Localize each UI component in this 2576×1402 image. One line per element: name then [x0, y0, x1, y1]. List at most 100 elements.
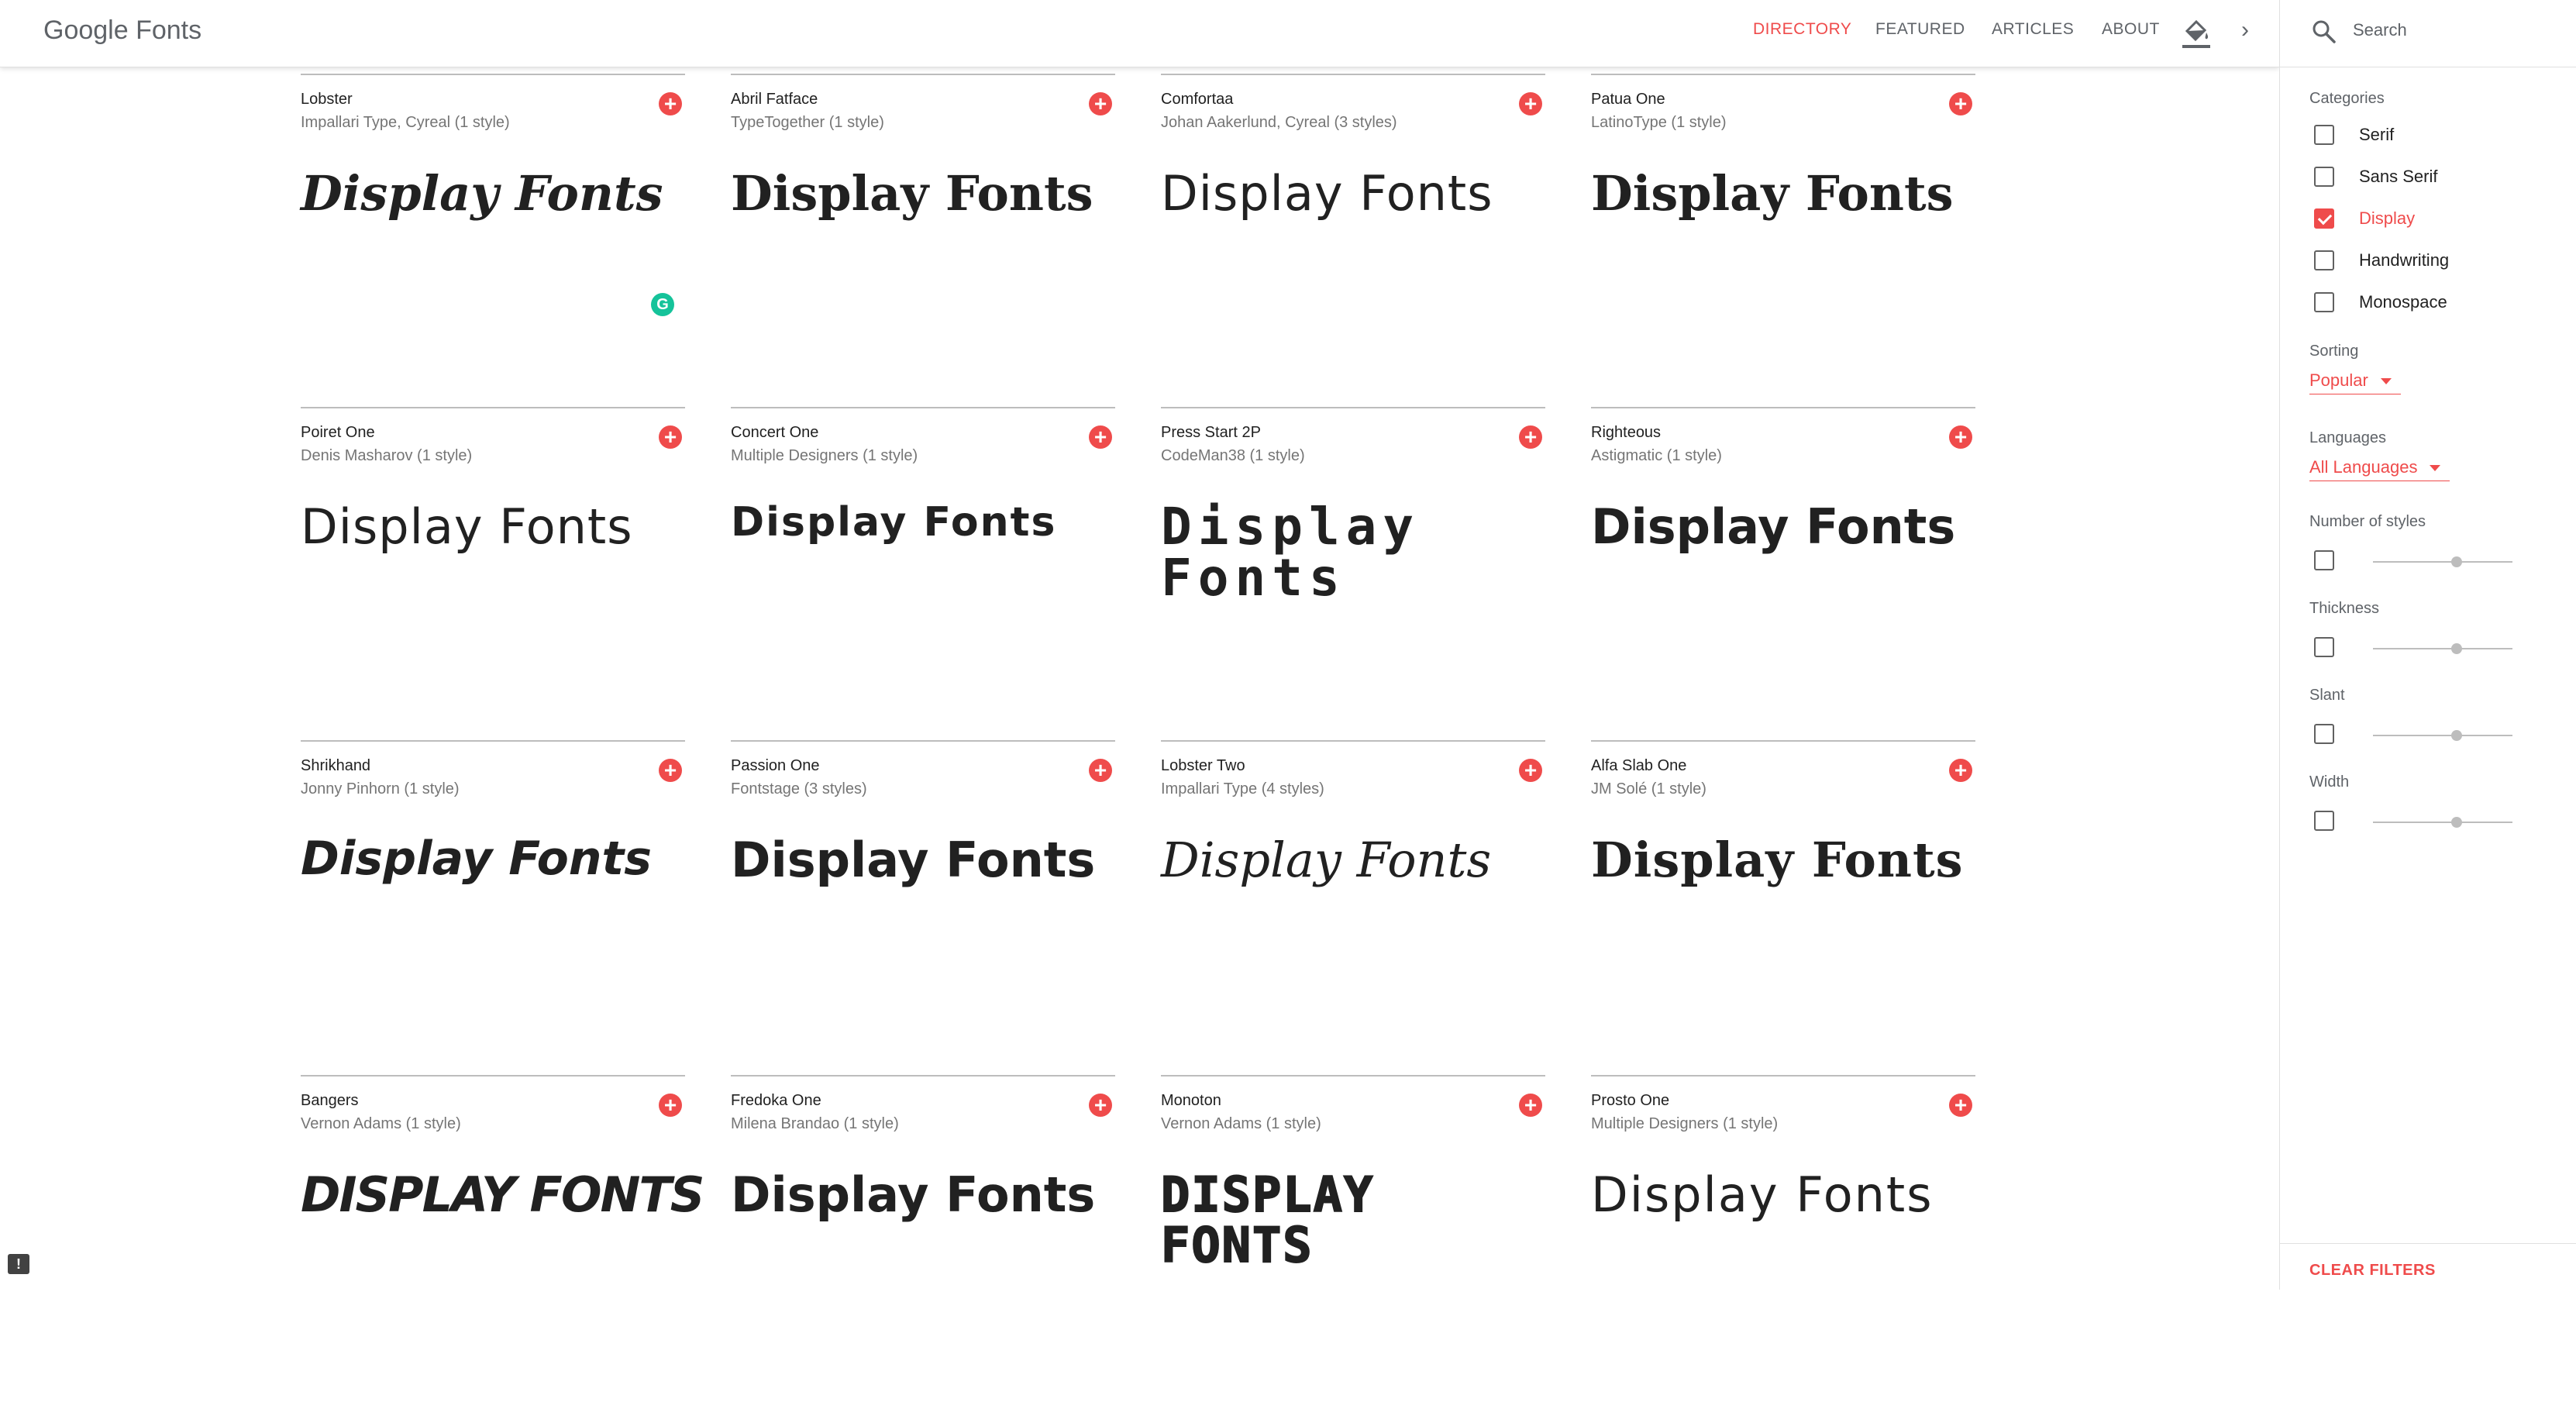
grammarly-icon[interactable]: G — [651, 293, 674, 316]
font-card[interactable]: Lobster Impallari Type, Cyreal (1 style) +… — [301, 74, 685, 401]
font-card[interactable]: Righteous Astigmatic (1 style) + Display Fo… — [1591, 407, 1975, 734]
font-sample-text[interactable]: Display Fonts — [1161, 835, 1491, 885]
add-font-button[interactable]: + — [1089, 759, 1112, 782]
font-name[interactable]: Concert One — [731, 424, 818, 442]
font-name[interactable]: Press Start 2P — [1161, 424, 1261, 442]
add-font-button[interactable]: + — [1949, 759, 1972, 782]
add-font-button[interactable]: + — [1089, 1094, 1112, 1117]
font-card[interactable]: Concert One Multiple Designers (1 style) +… — [731, 407, 1115, 734]
add-font-button[interactable]: + — [1519, 92, 1542, 115]
slider-thumb[interactable] — [2451, 643, 2462, 654]
font-sample-text[interactable]: Display Fonts — [1160, 1169, 1393, 1271]
filter-checkbox[interactable] — [2314, 724, 2334, 744]
slider-thumb[interactable] — [2451, 730, 2462, 741]
font-name[interactable]: Shrikhand — [301, 757, 370, 775]
add-font-button[interactable]: + — [1949, 425, 1972, 449]
sorting-select[interactable]: Popular — [2309, 370, 2401, 394]
font-name[interactable]: Lobster — [301, 91, 353, 109]
languages-select[interactable]: All Languages — [2309, 457, 2450, 481]
font-card[interactable]: Patua One LatinoType (1 style) + Display Fo… — [1591, 74, 1975, 401]
font-card[interactable]: Bangers Vernon Adams (1 style) + Display Fo… — [301, 1075, 704, 1402]
filter-checkbox[interactable] — [2314, 550, 2334, 570]
font-name[interactable]: Alfa Slab One — [1591, 757, 1686, 775]
search-bar[interactable]: Search — [2280, 0, 2576, 67]
checkbox[interactable] — [2314, 292, 2334, 312]
feedback-icon[interactable]: ! — [8, 1254, 29, 1274]
slider-thumb[interactable] — [2451, 556, 2462, 567]
add-font-button[interactable]: + — [1519, 425, 1542, 449]
font-sample-text[interactable]: Display Fonts — [1591, 168, 1954, 219]
slider-track[interactable] — [2373, 735, 2512, 736]
font-card[interactable]: Abril Fatface TypeTogether (1 style) + Disp… — [731, 74, 1115, 401]
font-card[interactable]: Press Start 2P CodeMan38 (1 style) + Displa… — [1161, 407, 1545, 734]
font-name[interactable]: Prosto One — [1591, 1092, 1669, 1110]
clear-filters-button[interactable]: CLEAR FILTERS — [2309, 1262, 2436, 1280]
nav-featured[interactable]: FEATURED — [1875, 20, 1965, 39]
add-font-button[interactable]: + — [1089, 425, 1112, 449]
font-card[interactable]: Lobster Two Impallari Type (4 styles) + Dis… — [1161, 740, 1545, 1067]
search-input[interactable]: Search — [2353, 20, 2407, 40]
add-font-button[interactable]: + — [659, 425, 682, 449]
font-sample-text[interactable]: Display Fonts — [1591, 1169, 1934, 1220]
chevron-right-icon[interactable]: › — [2241, 19, 2263, 42]
font-card[interactable]: Monoton Vernon Adams (1 style) + Display Fo… — [1160, 1075, 1545, 1402]
add-font-button[interactable]: + — [659, 759, 682, 782]
slider-track[interactable] — [2373, 561, 2512, 563]
nav-directory[interactable]: DIRECTORY — [1753, 20, 1851, 39]
font-sample-text[interactable]: Display Fonts — [1591, 835, 1964, 885]
font-sample-text[interactable]: Display Fonts — [301, 501, 633, 552]
font-sample-text[interactable]: Display Fonts — [731, 501, 1056, 544]
font-name[interactable]: Lobster Two — [1161, 757, 1245, 775]
font-sample-text[interactable]: Display Fonts — [731, 1169, 1095, 1220]
category-handwriting[interactable]: Handwriting — [2314, 245, 2449, 276]
filter-checkbox[interactable] — [2314, 637, 2334, 657]
add-font-button[interactable]: + — [1949, 92, 1972, 115]
font-name[interactable]: Passion One — [731, 757, 820, 775]
font-card[interactable]: Alfa Slab One JM Solé (1 style) + Display F… — [1591, 740, 1975, 1067]
add-font-button[interactable]: + — [1519, 1094, 1542, 1117]
font-card[interactable]: Comfortaa Johan Aakerlund, Cyreal (3 styl… — [1161, 74, 1545, 401]
font-name[interactable]: Monoton — [1161, 1092, 1221, 1110]
add-font-button[interactable]: + — [659, 92, 682, 115]
filter-checkbox[interactable] — [2314, 811, 2334, 831]
font-sample-text[interactable]: Display Fonts — [1591, 501, 1955, 552]
add-font-button[interactable]: + — [1519, 759, 1542, 782]
add-font-button[interactable]: + — [1089, 92, 1112, 115]
nav-articles[interactable]: ARTICLES — [1992, 20, 2074, 39]
slider-track[interactable] — [2373, 648, 2512, 649]
category-monospace[interactable]: Monospace — [2314, 287, 2447, 318]
checkbox[interactable] — [2314, 125, 2334, 145]
font-sample-text[interactable]: Display Fonts — [731, 835, 1095, 885]
checkbox[interactable] — [2314, 167, 2334, 187]
search-icon[interactable] — [2311, 19, 2337, 45]
font-card[interactable]: Prosto One Multiple Designers (1 style) + D… — [1591, 1075, 1975, 1402]
font-name[interactable]: Bangers — [301, 1092, 359, 1110]
font-name[interactable]: Fredoka One — [731, 1092, 821, 1110]
font-name[interactable]: Patua One — [1591, 91, 1665, 109]
font-name[interactable]: Poiret One — [301, 424, 375, 442]
slider-track[interactable] — [2373, 822, 2512, 823]
font-card[interactable]: Poiret One Denis Masharov (1 style) + Displ… — [301, 407, 685, 734]
font-name[interactable]: Righteous — [1591, 424, 1661, 442]
font-sample-text[interactable]: Display Fonts — [301, 1169, 704, 1220]
google-fonts-logo[interactable]: Google Fonts — [43, 16, 201, 46]
paint-bucket-icon[interactable] — [2181, 16, 2212, 50]
font-name[interactable]: Abril Fatface — [731, 91, 818, 109]
checkbox[interactable] — [2314, 250, 2334, 270]
nav-about[interactable]: ABOUT — [2102, 20, 2160, 39]
font-sample-text[interactable]: Display Fonts — [731, 168, 1093, 219]
font-sample-text[interactable]: Display Fonts — [301, 168, 663, 219]
add-font-button[interactable]: + — [659, 1094, 682, 1117]
font-sample-text[interactable]: Display Fonts — [1161, 168, 1493, 219]
category-display[interactable]: Display — [2314, 203, 2415, 234]
font-sample-text[interactable]: Display Fonts — [1161, 501, 1494, 604]
category-serif[interactable]: Serif — [2314, 119, 2394, 150]
font-name[interactable]: Comfortaa — [1161, 91, 1233, 109]
font-card[interactable]: Fredoka One Milena Brandao (1 style) + Disp… — [731, 1075, 1115, 1402]
add-font-button[interactable]: + — [1949, 1094, 1972, 1117]
font-card[interactable]: Shrikhand Jonny Pinhorn (1 style) + Display… — [301, 740, 685, 1067]
font-sample-text[interactable]: Display Fonts — [301, 835, 652, 884]
font-card[interactable]: Passion One Fontstage (3 styles) + Display … — [731, 740, 1115, 1067]
slider-thumb[interactable] — [2451, 817, 2462, 828]
category-sans-serif[interactable]: Sans Serif — [2314, 161, 2438, 192]
